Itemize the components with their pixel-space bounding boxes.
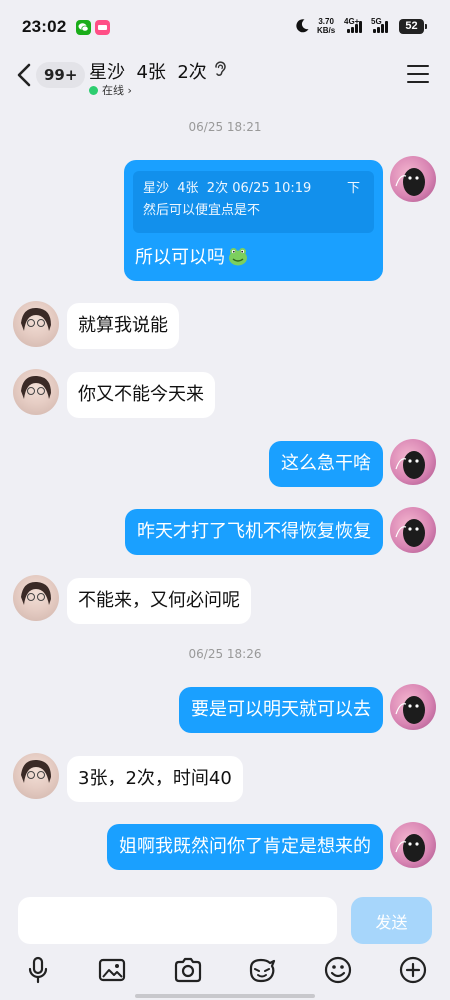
emoji-icon[interactable] [323, 955, 353, 985]
input-area: 发送 [0, 887, 450, 1000]
app-notification-icon [95, 20, 110, 35]
avatar[interactable] [13, 369, 59, 415]
online-dot-icon [89, 86, 98, 95]
input-toolbar [0, 955, 450, 989]
status-bar: 23:02 3.70 KB/s 4G+ 5G 52 [0, 0, 450, 50]
message-bubble-outgoing[interactable]: 星沙 4张 2次 06/25 10:19 然后可以便宜点是不 下 所以可以吗 [124, 160, 383, 281]
online-status-label: 在线 [102, 84, 124, 97]
message-bubble-outgoing[interactable]: 这么急干啥 [269, 441, 383, 487]
quote-jump-icon[interactable]: 下 [347, 178, 360, 200]
message-bubble-incoming[interactable]: 就算我说能 [67, 303, 179, 349]
message-text: 这么急干啥 [281, 453, 371, 474]
avatar[interactable] [390, 507, 436, 553]
chat-message-list[interactable]: 06/25 18:21 星沙 4张 2次 06/25 10:19 然后可以便宜点… [0, 105, 450, 887]
image-icon[interactable] [97, 955, 127, 985]
battery-icon: 52 [399, 19, 427, 34]
timestamp: 06/25 18:21 [188, 120, 262, 134]
home-indicator[interactable] [135, 994, 315, 998]
chat-header: 99+ 星沙 4张 2次 在线 › [0, 50, 450, 105]
quoted-message[interactable]: 星沙 4张 2次 06/25 10:19 然后可以便宜点是不 下 [133, 171, 374, 233]
avatar[interactable] [13, 301, 59, 347]
message-bubble-outgoing[interactable]: 姐啊我既然问你了肯定是想来的 [107, 824, 383, 870]
message-bubble-outgoing[interactable]: 昨天才打了飞机不得恢复恢复 [125, 509, 383, 555]
message-text: 要是可以明天就可以去 [191, 699, 371, 720]
microphone-icon[interactable] [23, 955, 53, 985]
camera-icon[interactable] [173, 955, 203, 985]
unread-count-badge[interactable]: 99+ [36, 62, 86, 88]
chevron-right-icon: › [127, 84, 132, 97]
frog-emoji-icon [229, 248, 247, 266]
message-bubble-incoming[interactable]: 你又不能今天来 [67, 372, 215, 418]
status-time: 23:02 [22, 17, 67, 36]
signal-icon [347, 21, 365, 33]
message-text: 不能来，又何必问呢 [78, 590, 240, 611]
wechat-notification-icon [76, 20, 91, 35]
plus-icon[interactable] [398, 955, 428, 985]
do-not-disturb-icon [296, 19, 309, 33]
back-arrow-icon[interactable] [12, 60, 36, 90]
sticker-icon[interactable] [247, 955, 277, 985]
message-text: 3张，2次，时间40 [78, 768, 232, 789]
avatar[interactable] [13, 575, 59, 621]
signal-icon [373, 21, 391, 33]
message-bubble-incoming[interactable]: 3张，2次，时间40 [67, 756, 243, 802]
avatar[interactable] [390, 684, 436, 730]
message-text: 所以可以吗 [135, 245, 249, 270]
quoted-message-text: 然后可以便宜点是不 [143, 203, 261, 218]
message-text: 昨天才打了飞机不得恢复恢复 [137, 521, 371, 542]
network-speed: 3.70 KB/s [317, 17, 336, 35]
avatar[interactable] [390, 156, 436, 202]
online-status[interactable]: 在线 › [89, 83, 132, 99]
avatar[interactable] [390, 439, 436, 485]
message-text: 就算我说能 [78, 315, 168, 336]
message-bubble-incoming[interactable]: 不能来，又何必问呢 [67, 578, 251, 624]
quoted-message-meta: 星沙 4张 2次 06/25 10:19 [143, 181, 312, 196]
avatar[interactable] [13, 753, 59, 799]
menu-icon[interactable] [407, 65, 429, 85]
message-bubble-outgoing[interactable]: 要是可以明天就可以去 [179, 687, 383, 733]
ear-icon[interactable] [213, 60, 227, 80]
send-button[interactable]: 发送 [351, 897, 432, 944]
message-text: 姐啊我既然问你了肯定是想来的 [119, 836, 371, 857]
message-text: 你又不能今天来 [78, 384, 204, 405]
message-input[interactable] [18, 897, 337, 944]
contact-name[interactable]: 星沙 4张 2次 [89, 58, 207, 84]
timestamp: 06/25 18:26 [188, 647, 262, 661]
avatar[interactable] [390, 822, 436, 868]
